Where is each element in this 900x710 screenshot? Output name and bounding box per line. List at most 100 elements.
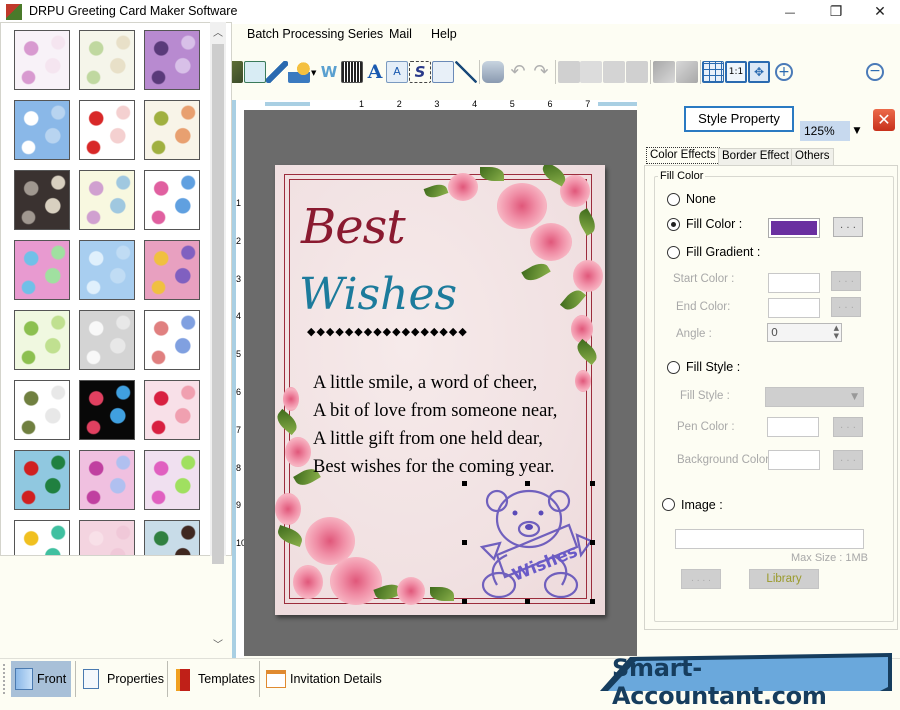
tab-others[interactable]: Others [791, 148, 834, 165]
radio-image[interactable] [662, 498, 675, 511]
delete-icon[interactable] [626, 61, 648, 83]
undo-icon[interactable]: ↶ [507, 61, 529, 83]
line-icon[interactable] [455, 61, 477, 83]
background-thumbnail-pink-plain[interactable] [79, 520, 135, 555]
resize-handle[interactable] [525, 599, 530, 604]
card-title-best[interactable]: Best [301, 199, 406, 255]
background-thumbnail-clouds[interactable] [14, 100, 70, 160]
cut-icon[interactable] [558, 61, 580, 83]
bottom-tab-templates[interactable]: Templates [172, 661, 257, 697]
zoom-dropdown-icon[interactable]: ▼ [851, 121, 863, 141]
image-path-input[interactable] [675, 529, 864, 549]
symbol-icon[interactable]: S [409, 61, 431, 83]
scroll-up-icon[interactable]: ︿ [210, 24, 226, 40]
radio-fill-style[interactable] [667, 361, 680, 374]
fill-color-browse-button[interactable]: . . . [833, 217, 863, 237]
radio-none[interactable] [667, 193, 680, 206]
greeting-card[interactable]: Best Wishes ◆◆◆◆◆◆◆◆◆◆◆◆◆◆◆◆◆ A little s… [275, 165, 605, 615]
background-thumbnail-red-hearts[interactable] [144, 380, 200, 440]
copy-icon[interactable] [580, 61, 602, 83]
image-library-button[interactable]: Library [749, 569, 819, 589]
angle-spinner[interactable]: 0 ▲ ▼ [767, 323, 842, 342]
background-thumbnail-snowman-pattern[interactable] [144, 520, 200, 555]
signature-pen-icon[interactable] [266, 61, 288, 83]
zoom-in-icon[interactable]: + [775, 63, 793, 81]
background-thumbnail-colorful-flowers[interactable] [14, 240, 70, 300]
end-color-browse-button[interactable]: . . . [831, 297, 861, 317]
tab-border-effect[interactable]: Border Effect [718, 148, 793, 165]
text-icon[interactable]: A [364, 61, 386, 83]
teddy-bear-stamp[interactable]: Wishes [467, 485, 597, 603]
background-thumbnail-party-doodles[interactable] [144, 310, 200, 370]
tab-color-effects[interactable]: Color Effects [646, 147, 720, 164]
fill-style-dropdown[interactable]: ▼ [765, 387, 864, 407]
background-thumbnail-pink-butterflies[interactable] [144, 450, 200, 510]
start-color-field[interactable] [768, 273, 820, 293]
background-thumbnail-gift-boxes[interactable] [144, 170, 200, 230]
background-color-browse-button[interactable]: . . . [833, 450, 863, 470]
background-color-field[interactable] [768, 450, 820, 470]
end-color-field[interactable] [768, 298, 820, 318]
send-backward-icon[interactable] [653, 61, 675, 83]
email-icon[interactable] [432, 61, 454, 83]
zoom-out-icon[interactable]: − [866, 63, 884, 81]
radio-fill-color[interactable] [667, 218, 680, 231]
menu-batch-processing[interactable]: Batch Processing Series [247, 27, 383, 41]
restore-button[interactable]: ❐ [814, 0, 858, 24]
close-panel-button[interactable]: ✕ [873, 109, 895, 131]
background-thumbnail-flower-rows[interactable] [79, 170, 135, 230]
resize-handle[interactable] [590, 481, 595, 486]
watermark-icon[interactable]: W [318, 61, 340, 83]
close-window-button[interactable]: ✕ [858, 0, 900, 24]
actual-size-icon[interactable]: 1:1 [725, 61, 747, 83]
resize-handle[interactable] [590, 599, 595, 604]
background-thumbnail-pink-bubbles[interactable] [79, 450, 135, 510]
bottom-tab-front[interactable]: Front [11, 661, 71, 697]
background-thumbnail-dark-petals[interactable] [14, 170, 70, 230]
scroll-down-icon[interactable]: ﹀ [210, 636, 226, 652]
pen-color-browse-button[interactable]: . . . [833, 417, 863, 437]
verse-line[interactable]: Best wishes for the coming year. [313, 457, 554, 478]
spinner-arrows-icon[interactable]: ▲ ▼ [834, 324, 839, 340]
resize-handle[interactable] [462, 481, 467, 486]
zoom-level-field[interactable]: 125% [800, 121, 850, 141]
background-thumbnail-snowflakes[interactable] [79, 240, 135, 300]
bottom-tab-invitation-details[interactable]: Invitation Details [264, 661, 394, 697]
resize-handle[interactable] [590, 540, 595, 545]
minimize-button[interactable]: — [768, 0, 812, 24]
background-thumbnail-purple-flowers[interactable] [144, 30, 200, 90]
database-icon[interactable] [482, 61, 504, 83]
background-thumbnail-circles-flowers[interactable] [144, 240, 200, 300]
style-property-button[interactable]: Style Property [684, 106, 794, 132]
bring-forward-icon[interactable] [676, 61, 698, 83]
resize-handle[interactable] [525, 481, 530, 486]
verse-line[interactable]: A little smile, a word of cheer, [313, 373, 537, 394]
background-thumbnail-christmas-trees[interactable] [14, 310, 70, 370]
background-thumbnail-strawberries[interactable] [79, 100, 135, 160]
card-title-wishes[interactable]: Wishes [299, 269, 457, 320]
start-color-browse-button[interactable]: . . . [831, 271, 861, 291]
verse-line[interactable]: A bit of love from someone near, [313, 401, 557, 422]
fill-color-swatch[interactable] [768, 218, 820, 238]
verse-line[interactable]: A little gift from one held dear, [313, 429, 543, 450]
resize-handle[interactable] [462, 599, 467, 604]
gallery-scrollbar-thumb[interactable] [212, 44, 224, 564]
resize-handle[interactable] [462, 540, 467, 545]
menu-mail[interactable]: Mail [389, 27, 412, 41]
card-divider[interactable]: ◆◆◆◆◆◆◆◆◆◆◆◆◆◆◆◆◆ [307, 325, 468, 338]
fit-to-window-icon[interactable]: ✥ [748, 61, 770, 83]
menu-help[interactable]: Help [431, 27, 457, 41]
paste-icon[interactable] [603, 61, 625, 83]
background-thumbnail-leaves-pattern[interactable] [144, 100, 200, 160]
background-thumbnail-heart-gray[interactable] [79, 310, 135, 370]
background-thumbnail-santa-pattern[interactable] [14, 450, 70, 510]
insert-image-icon[interactable] [244, 61, 266, 83]
bottom-tab-properties[interactable]: Properties [80, 661, 165, 697]
grid-icon[interactable] [702, 61, 724, 83]
background-thumbnail-fireworks[interactable] [79, 380, 135, 440]
word-art-icon[interactable]: A [386, 61, 408, 83]
background-thumbnail-baby-doodles[interactable] [79, 30, 135, 90]
picture-dropdown-icon[interactable]: ▼ [311, 69, 316, 77]
radio-fill-gradient[interactable] [667, 246, 680, 259]
image-browse-button[interactable]: . . . . [681, 569, 721, 589]
